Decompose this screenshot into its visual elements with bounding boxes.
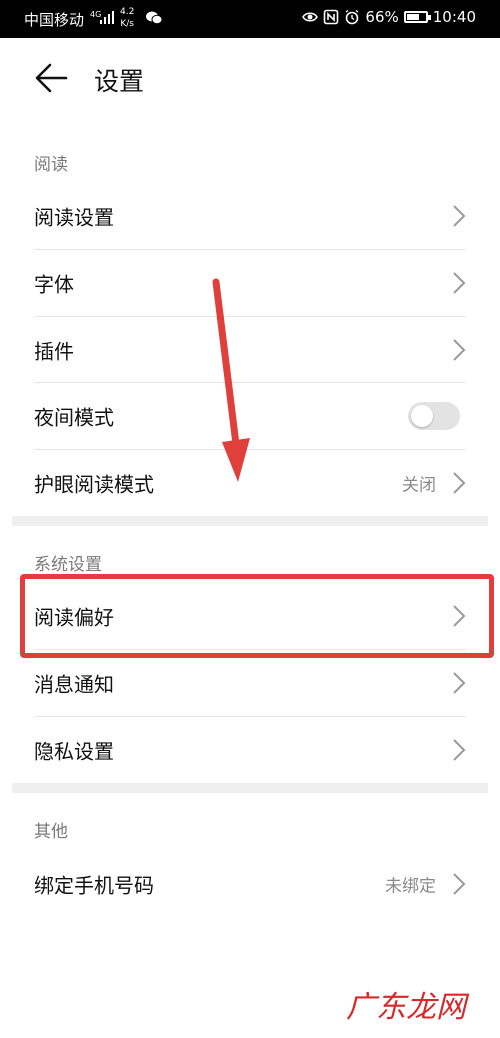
section-label-other: 其他	[34, 822, 68, 842]
battery-percent: 66%	[365, 8, 399, 26]
app-header: 设置	[0, 38, 500, 120]
row-label: 插件	[34, 339, 74, 364]
row-label: 消息通知	[34, 672, 114, 697]
chevron-right-icon	[453, 339, 466, 361]
chevron-right-icon	[453, 272, 466, 294]
speed-value: 4.2	[120, 7, 135, 17]
section-label-reading: 阅读	[34, 155, 68, 175]
alarm-icon	[346, 9, 359, 25]
row-bind-phone[interactable]: 绑定手机号码 未绑定	[0, 851, 500, 917]
row-value: 关闭	[402, 475, 436, 496]
chevron-right-icon	[453, 472, 466, 494]
annotation-arrow	[212, 278, 250, 482]
network-speed: 4.2 K/s	[120, 6, 134, 30]
clock: 10:40	[432, 8, 476, 26]
row-privacy-settings[interactable]: 隐私设置	[0, 717, 500, 783]
signal-icon	[100, 11, 114, 24]
section-gap	[12, 783, 488, 793]
wechat-icon	[146, 11, 162, 25]
carrier-label: 中国移动	[24, 11, 85, 29]
toggle-knob	[411, 405, 433, 427]
watermark: 广东龙网	[346, 990, 466, 1025]
chevron-right-icon	[453, 873, 466, 895]
page-title: 设置	[94, 67, 145, 96]
row-label: 阅读设置	[34, 205, 114, 230]
status-right: 66% 10:40	[302, 8, 476, 26]
row-label: 隐私设置	[34, 739, 114, 764]
speed-unit: K/s	[120, 19, 134, 29]
row-label: 夜间模式	[34, 405, 114, 430]
row-label: 字体	[34, 272, 74, 297]
chevron-right-icon	[453, 205, 466, 227]
eye-comfort-icon	[302, 12, 319, 22]
chevron-right-icon	[453, 672, 466, 694]
row-label: 护眼阅读模式	[34, 472, 154, 497]
row-value: 未绑定	[385, 876, 436, 897]
status-bar: 中国移动 4G 4.2 K/s 66% 10:40	[0, 0, 500, 38]
night-mode-toggle[interactable]	[408, 402, 460, 430]
section-label-system: 系统设置	[34, 555, 102, 575]
battery-icon	[403, 11, 431, 23]
section-gap	[12, 516, 488, 526]
annotation-highlight-box	[20, 574, 494, 658]
chevron-right-icon	[453, 739, 466, 761]
row-reading-settings[interactable]: 阅读设置	[0, 183, 500, 249]
nfc-icon	[324, 9, 339, 25]
back-arrow-icon[interactable]	[34, 60, 70, 96]
row-label: 绑定手机号码	[34, 873, 154, 898]
row-notifications[interactable]: 消息通知	[0, 650, 500, 716]
